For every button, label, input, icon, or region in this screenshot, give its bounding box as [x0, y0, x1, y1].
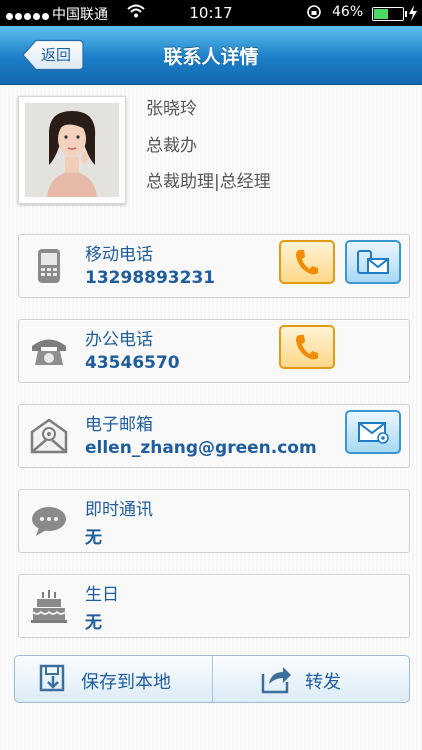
send-email-button[interactable] [345, 410, 401, 454]
forward-label: 转发 [305, 672, 341, 693]
phone-call-icon [296, 335, 318, 360]
birthday-card: 生日 无 [18, 574, 410, 638]
send-sms-button[interactable] [345, 240, 401, 284]
page-title: 联系人详情 [163, 46, 259, 68]
compose-email-icon [358, 422, 389, 444]
status-bar: 中国联通 10:17 46% [0, 0, 422, 26]
contact-name: 张晓玲 [146, 99, 197, 119]
instant-messaging-label: 即时通讯 [85, 500, 153, 520]
rotation-lock-icon [306, 4, 322, 24]
save-to-local-label: 保存到本地 [81, 672, 171, 693]
telephone-icon [29, 331, 69, 371]
avatar [18, 96, 126, 204]
email-card: 电子邮箱 ellen_zhang@green.com [18, 404, 410, 468]
sms-message-icon [357, 250, 389, 274]
profile-photo-image [25, 103, 119, 197]
mobile-phone-label: 移动电话 [85, 245, 153, 265]
instant-messaging-value: 无 [85, 528, 102, 548]
email-icon [29, 416, 69, 456]
save-download-icon [39, 664, 65, 692]
call-office-button[interactable] [279, 325, 335, 369]
mobile-phone-value: 13298893231 [85, 268, 216, 288]
mobile-phone-card: 移动电话 13298893231 [18, 234, 410, 298]
forward-button[interactable]: 转发 [213, 656, 409, 702]
save-to-local-button[interactable]: 保存到本地 [15, 656, 212, 702]
office-phone-label: 办公电话 [85, 330, 153, 350]
call-mobile-button[interactable] [279, 240, 335, 284]
office-phone-card: 办公电话 43546570 [18, 319, 410, 383]
navigation-bar: 返回 联系人详情 [0, 26, 422, 85]
birthday-value: 无 [85, 613, 102, 633]
contact-detail-content: 张晓玲 总裁办 总裁助理|总经理 移动电话 13298893231 办公电话 4… [0, 85, 422, 750]
contact-position: 总裁助理|总经理 [146, 172, 271, 192]
email-label: 电子邮箱 [85, 415, 153, 435]
phone-call-icon [296, 250, 318, 275]
bottom-action-bar: 保存到本地 转发 [14, 655, 410, 703]
birthday-cake-icon [29, 586, 69, 626]
instant-messaging-card: 即时通讯 无 [18, 489, 410, 553]
office-phone-value: 43546570 [85, 353, 180, 373]
birthday-label: 生日 [85, 585, 119, 605]
charging-icon [408, 5, 418, 21]
forward-share-icon [261, 667, 291, 694]
email-value: ellen_zhang@green.com [85, 438, 317, 458]
chat-bubble-icon [29, 501, 69, 541]
mobile-phone-icon [29, 246, 69, 286]
battery-percent: 46% [332, 4, 364, 20]
battery-icon [372, 7, 407, 21]
contact-department: 总裁办 [146, 136, 197, 156]
